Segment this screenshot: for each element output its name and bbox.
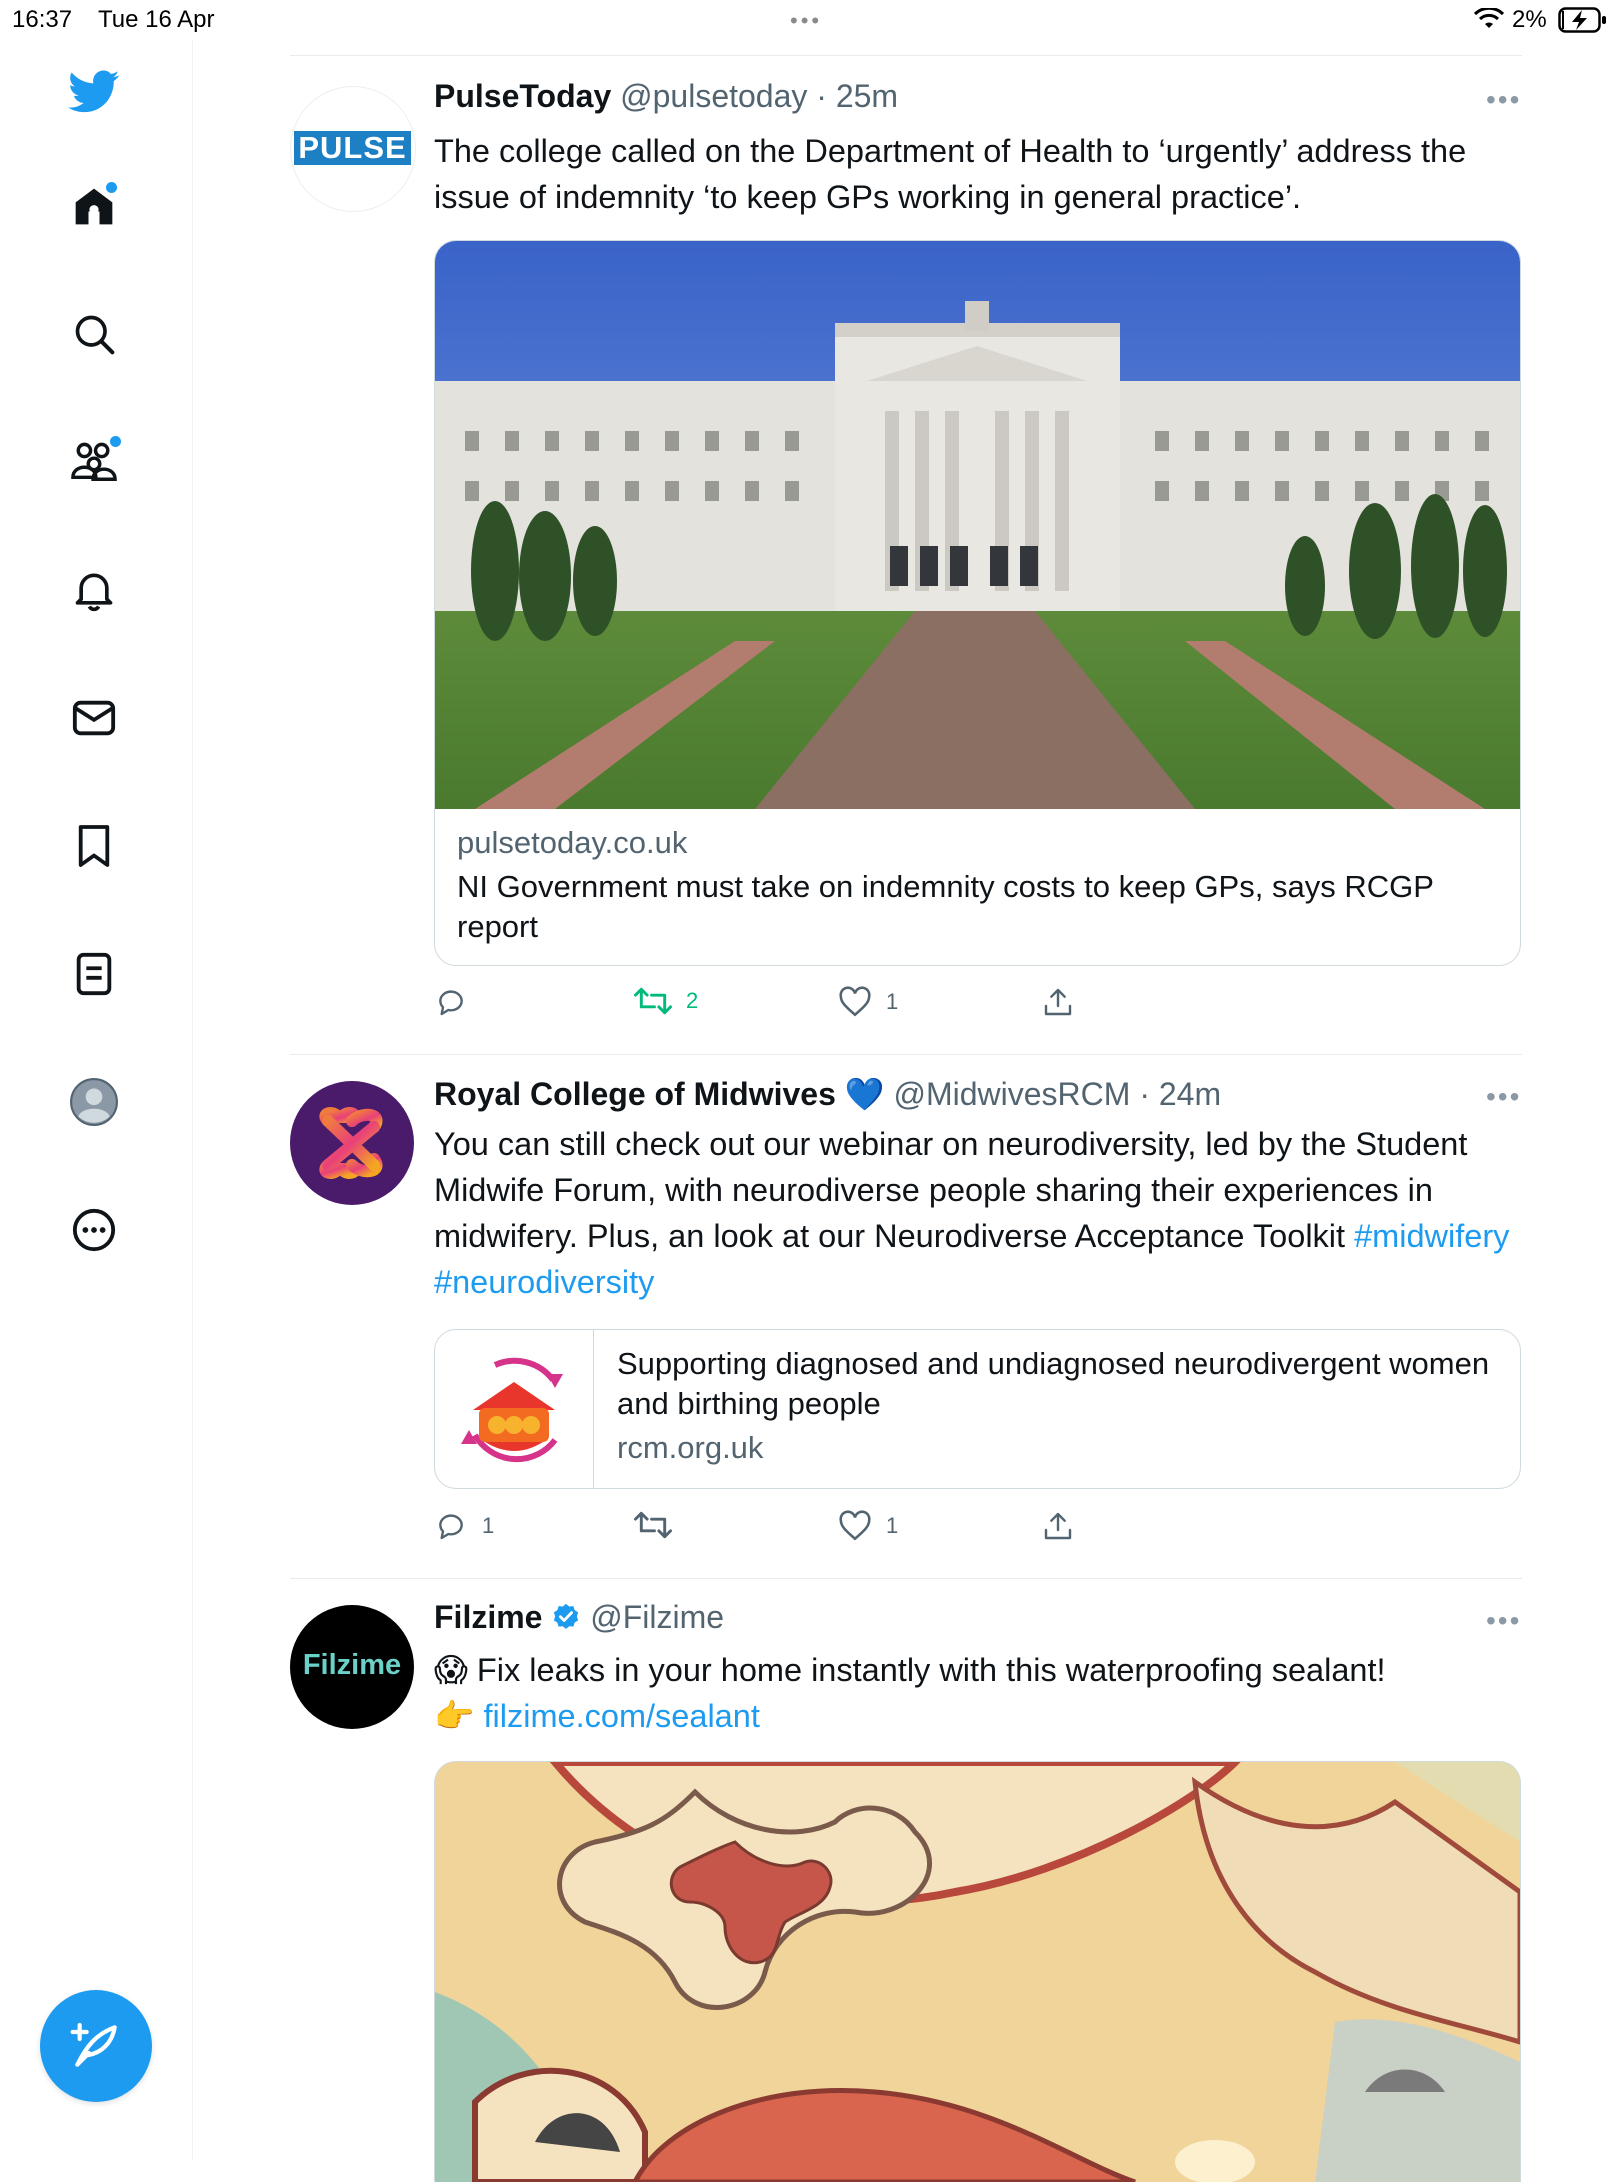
tweet-body: Fix leaks in your home instantly with th…: [476, 1652, 1386, 1688]
tweet-text: You can still check out our webinar on n…: [434, 1121, 1519, 1305]
filzime-avatar-text: Filzime: [302, 1649, 402, 1681]
author-handle[interactable]: @MidwivesRCM: [893, 1076, 1130, 1112]
tweet-time[interactable]: 24m: [1159, 1076, 1221, 1112]
blue-heart-emoji: 💙: [844, 1076, 885, 1112]
tweet-more-icon[interactable]: •••: [1486, 1081, 1521, 1113]
retweet-button[interactable]: [634, 1510, 686, 1540]
tweet-media[interactable]: [434, 1761, 1521, 2182]
screaming-emoji: 😱: [434, 1652, 468, 1688]
like-count: 1: [886, 989, 899, 1014]
like-button[interactable]: 1: [838, 1510, 898, 1542]
pulse-avatar[interactable]: PULSE: [290, 86, 416, 212]
tweet-header: Filzime @Filzime: [434, 1599, 724, 1636]
heart-icon: [839, 1510, 871, 1541]
reply-button[interactable]: [434, 986, 482, 1018]
like-button[interactable]: 1: [838, 986, 898, 1018]
tweet-more-icon[interactable]: •••: [1486, 1605, 1521, 1637]
tweet-more-icon[interactable]: •••: [1486, 84, 1521, 116]
tweet-header: Royal College of Midwives 💙 @MidwivesRCM…: [434, 1076, 1222, 1112]
link-card[interactable]: Supporting diagnosed and undiagnosed neu…: [434, 1329, 1521, 1489]
card-domain: pulsetoday.co.uk: [457, 825, 688, 860]
reply-count: 1: [482, 1513, 495, 1538]
neurodiverse-acceptance-logo: [461, 1357, 563, 1463]
reply-icon: [439, 990, 463, 1016]
retweet-icon: [634, 987, 672, 1015]
hashtag-neurodiversity[interactable]: #neurodiversity: [434, 1264, 654, 1300]
tweet-time[interactable]: 25m: [836, 78, 898, 114]
filzime-avatar[interactable]: Filzime: [290, 1605, 414, 1729]
author-name[interactable]: Royal College of Midwives: [434, 1076, 836, 1112]
card-domain: rcm.org.uk: [617, 1430, 764, 1465]
card-title: Supporting diagnosed and undiagnosed neu…: [617, 1346, 1490, 1421]
tile-video-thumbnail: [435, 1762, 1520, 2182]
hashtag-midwifery[interactable]: #midwifery: [1354, 1218, 1509, 1254]
card-title: NI Government must take on indemnity cos…: [457, 869, 1434, 944]
card-thumbnail: [435, 1330, 594, 1488]
reply-icon: [439, 1514, 463, 1540]
like-count: 1: [886, 1513, 899, 1538]
tweet-text-line2: 👉 filzime.com/sealant: [434, 1693, 1519, 1739]
tweet-body: You can still check out our webinar on n…: [434, 1126, 1468, 1254]
stormont-building-image: [435, 241, 1520, 809]
tweet-header: PulseToday @pulsetoday · 25m: [434, 78, 899, 114]
author-name[interactable]: Filzime: [434, 1599, 542, 1635]
reply-button[interactable]: 1: [434, 1510, 494, 1542]
retweet-count: 2: [686, 988, 699, 1013]
share-button[interactable]: [1042, 1510, 1074, 1542]
sealant-link[interactable]: filzime.com/sealant: [484, 1698, 760, 1734]
share-icon: [1044, 988, 1072, 1016]
share-button[interactable]: [1042, 986, 1074, 1018]
share-icon: [1044, 1512, 1072, 1540]
pulse-logo-text: PULSE: [294, 131, 411, 165]
rcm-logo-icon: [319, 1107, 383, 1179]
author-handle[interactable]: @Filzime: [590, 1599, 724, 1635]
author-name[interactable]: PulseToday: [434, 78, 611, 114]
retweet-icon: [634, 1511, 672, 1539]
tweet-pulsetoday[interactable]: PULSE PulseToday @pulsetoday · 25m ••• T…: [290, 56, 1522, 1054]
pointing-hand-emoji: 👉: [434, 1698, 475, 1734]
tweet-filzime[interactable]: Filzime Filzime @Filzime ••• 😱 Fix leaks…: [290, 1579, 1522, 2182]
tweet-rcm[interactable]: Royal College of Midwives 💙 @MidwivesRCM…: [290, 1055, 1522, 1578]
link-card[interactable]: pulsetoday.co.uk NI Government must take…: [434, 240, 1521, 966]
tweet-text: The college called on the Department of …: [434, 133, 1467, 215]
retweet-button[interactable]: 2: [634, 986, 698, 1016]
author-handle[interactable]: @pulsetoday: [620, 78, 807, 114]
verified-badge-icon: [554, 1603, 579, 1629]
home-timeline: PULSE PulseToday @pulsetoday · 25m ••• T…: [0, 0, 1620, 2182]
heart-icon: [839, 986, 871, 1017]
rcm-avatar[interactable]: [290, 1081, 414, 1205]
tweet-text-line1: 😱 Fix leaks in your home instantly with …: [434, 1647, 1519, 1693]
